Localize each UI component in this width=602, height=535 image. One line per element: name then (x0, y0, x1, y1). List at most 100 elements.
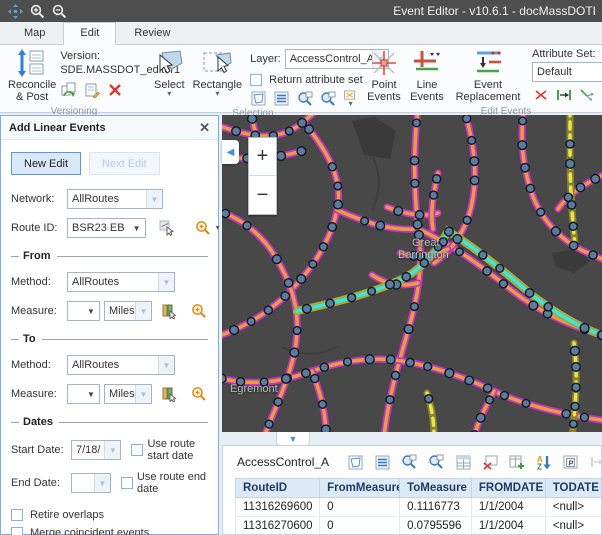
table-row[interactable]: 1131626960000.11167731/1/2004<null>No (236, 498, 602, 517)
map-svg (222, 115, 602, 432)
start-date-combobox[interactable]: 7/18/▼ (71, 440, 121, 460)
map-zoom-in-button[interactable]: + (249, 138, 276, 176)
rectangle-tool-icon (202, 49, 232, 77)
select-features-icon[interactable] (346, 453, 364, 471)
collapse-left-panel-button[interactable]: ◀ (222, 140, 239, 164)
from-measure-label: Measure: (11, 305, 63, 317)
collapse-table-panel-button[interactable]: ▼ (276, 432, 310, 446)
rectangle-button[interactable]: Rectangle ▾ (189, 47, 247, 107)
close-panel-icon[interactable]: ✕ (199, 120, 210, 136)
line-events-button[interactable]: Line Events (406, 47, 448, 105)
svg-text:P: P (569, 458, 574, 467)
map-zoom-out-button[interactable]: − (249, 176, 276, 214)
reconcile-post-icon (17, 49, 47, 77)
title-bar: Event Editor - v10.6.1 - docMassDOTI (0, 0, 602, 22)
from-section-label: From (23, 250, 51, 262)
clear-selection-icon[interactable]: ▾ (342, 90, 359, 107)
split-event-icon[interactable] (532, 86, 549, 103)
show-selected-icon[interactable] (373, 453, 391, 471)
table-cell: 0.0795596 (400, 517, 472, 535)
column-header[interactable]: FromMeasure (320, 479, 400, 498)
point-events-button[interactable]: Point Events (362, 47, 406, 105)
sort-icon[interactable]: AZ (535, 453, 553, 471)
select-by-polygon-icon[interactable] (250, 90, 267, 107)
table-cell: 0.1116773 (400, 498, 472, 517)
from-measure-combobox[interactable]: ▼ (67, 301, 100, 321)
tab-edit[interactable]: Edit (63, 22, 116, 45)
option-label: Merge coincident events (30, 527, 149, 535)
table-row[interactable]: 1131627060000.07955961/1/2004<null>No (236, 517, 602, 535)
to-measure-on-map-icon[interactable] (160, 385, 178, 403)
to-zoom-measure-icon[interactable] (190, 385, 208, 403)
route-id-label: Route ID: (11, 222, 63, 234)
end-date-combobox[interactable]: ▼ (71, 473, 111, 493)
selection-list-icon[interactable] (273, 90, 290, 107)
open-table-icon[interactable] (454, 453, 472, 471)
add-records-icon[interactable] (508, 453, 526, 471)
zoom-to-selected-icon[interactable] (400, 453, 418, 471)
tab-map[interactable]: Map (8, 23, 61, 44)
to-section-label: To (23, 333, 36, 345)
network-label: Network: (11, 193, 63, 205)
svg-text:Z: Z (537, 463, 542, 471)
redefine-icon[interactable] (589, 453, 602, 471)
from-zoom-measure-icon[interactable] (190, 302, 208, 320)
group-selection: Select ▾ Rectangle ▾ Layer: (146, 45, 358, 112)
delete-selected-icon[interactable] (481, 453, 499, 471)
network-combobox[interactable]: AllRoutes▼ (67, 189, 163, 209)
next-edit-button[interactable]: Next Edit (89, 152, 160, 175)
use-route-start-date-checkbox[interactable] (131, 444, 143, 456)
event-replacement-button[interactable]: Event Replacement (448, 47, 528, 105)
from-method-combobox[interactable]: AllRoutes▼ (67, 272, 175, 292)
from-measure-on-map-icon[interactable] (160, 302, 178, 320)
option-checkbox-0[interactable] (11, 509, 23, 521)
pan-to-selected-icon[interactable] (427, 453, 445, 471)
pan-to-selection-icon[interactable] (319, 90, 336, 107)
to-measure-combobox[interactable]: ▼ (67, 384, 100, 404)
option-checkbox-1[interactable] (11, 527, 23, 535)
from-method-label: Method: (11, 276, 63, 288)
snap-events-icon[interactable] (578, 86, 595, 103)
to-measure-label: Measure: (11, 388, 63, 400)
attribute-window-icon[interactable]: P (562, 453, 580, 471)
route-id-combobox[interactable]: BSR23 EB▼ (67, 218, 146, 238)
zoom-out-icon[interactable] (50, 2, 68, 20)
reconcile-post-button[interactable]: Reconcile & Post (4, 47, 60, 105)
point-events-icon (370, 49, 398, 77)
table-cell: <null> (545, 498, 602, 517)
map-viewport[interactable]: EgremontGreatBarrington ◀ + − ▼ (222, 115, 602, 432)
merge-events-icon[interactable] (555, 86, 572, 103)
layer-label: Layer: (250, 53, 281, 65)
from-unit-combobox[interactable]: Miles▼ (104, 301, 152, 321)
ribbon-tabbar: Map Edit Review (0, 22, 602, 45)
ribbon: Reconcile & Post Version: SDE.MASSDOT_ed… (0, 45, 602, 113)
use-route-end-date-checkbox[interactable] (121, 477, 133, 489)
new-edit-button[interactable]: New Edit (11, 152, 81, 175)
to-method-combobox[interactable]: AllRoutes▼ (67, 355, 175, 375)
return-attribute-set-checkbox[interactable] (250, 74, 262, 86)
options-checkbox-list: Retire overlapsMerge coincident eventsPr… (11, 509, 208, 535)
rectangle-dropdown-caret[interactable]: ▾ (215, 91, 219, 97)
delete-version-icon[interactable] (106, 81, 123, 98)
column-header[interactable]: ToMeasure (400, 479, 472, 498)
select-dropdown-caret[interactable]: ▾ (167, 91, 171, 97)
zoom-to-selection-icon[interactable] (296, 90, 313, 107)
change-version-icon[interactable] (60, 81, 77, 98)
use-route-start-date-label: Use route start date (147, 438, 208, 462)
select-route-on-map-icon[interactable] (158, 219, 176, 237)
app-title: Event Editor - v10.6.1 - docMassDOTI (393, 4, 596, 18)
pan-icon[interactable] (6, 2, 24, 20)
to-unit-combobox[interactable]: Miles▼ (104, 384, 152, 404)
zoom-route-dropdown-caret[interactable]: ▾ (216, 225, 220, 231)
zoom-to-route-icon[interactable] (194, 219, 212, 237)
tab-review[interactable]: Review (118, 23, 186, 44)
event-replacement-icon (471, 49, 505, 77)
use-route-end-date-label: Use route end date (137, 471, 208, 495)
zoom-in-icon[interactable] (28, 2, 46, 20)
column-header[interactable]: TODATE (545, 479, 602, 498)
select-button[interactable]: Select ▾ (150, 47, 189, 107)
column-header[interactable]: RouteID (236, 479, 320, 498)
new-version-icon[interactable] (83, 81, 100, 98)
column-header[interactable]: FROMDATE (471, 479, 545, 498)
attribute-set-combobox[interactable]: Default ▼ (532, 62, 602, 82)
